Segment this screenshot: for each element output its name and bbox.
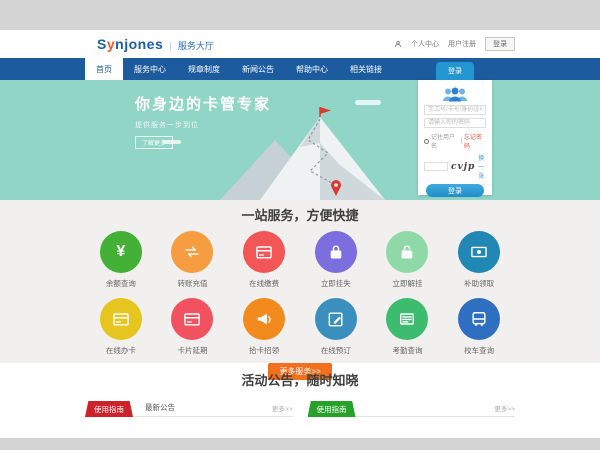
tab-usage-guide[interactable]: 使用指南	[85, 401, 133, 417]
mountain-illustration	[190, 105, 420, 200]
service-item-在线预订[interactable]: 在线预订	[300, 298, 372, 356]
lock-icon	[315, 231, 357, 273]
service-item-在线办卡[interactable]: 在线办卡	[85, 298, 157, 356]
service-item-余额查询[interactable]: ¥ 余额查询	[85, 231, 157, 289]
tab-usage-guide[interactable]: 使用指南	[308, 401, 356, 417]
captcha-refresh-link[interactable]: 换一张	[478, 153, 486, 180]
service-item-补助领取[interactable]: 补助领取	[443, 231, 515, 289]
service-label: 立即挂失	[300, 278, 372, 289]
nav-item-相关链接[interactable]: 相关链接	[339, 58, 393, 80]
service-label: 在线缴费	[228, 278, 300, 289]
service-item-卡片延期[interactable]: 卡片延期	[157, 298, 229, 356]
service-label: 在线办卡	[85, 345, 157, 356]
login-panel-tab[interactable]: 登录	[436, 62, 474, 80]
personal-center-link[interactable]: 个人中心	[411, 39, 439, 49]
list-icon	[386, 298, 428, 340]
nav-item-规章制度[interactable]: 规章制度	[177, 58, 231, 80]
megaphone-icon	[243, 298, 285, 340]
nav-item-新闻公告[interactable]: 新闻公告	[231, 58, 285, 80]
services-grid: ¥ 余额查询转账充值在线缴费立即挂失立即解挂补助领取在线办卡卡片延期拾卡招领在线预…	[85, 231, 515, 356]
announcements-section: 活动公告，随时知晓 使用指南 最新公告 更多>> 使用指南 更多>>	[0, 363, 600, 438]
password-input[interactable]	[424, 118, 486, 128]
cloud-decoration	[163, 140, 181, 144]
captcha-image[interactable]: cvjp	[451, 162, 475, 172]
yuan-icon: ¥	[100, 231, 142, 273]
nav-item-服务中心[interactable]: 服务中心	[123, 58, 177, 80]
hero-banner: 你身边的卡管专家 提供服务一步到位 了解更多 登录	[0, 80, 600, 200]
announcements-right-panel: 使用指南 更多>>	[308, 398, 516, 417]
card-icon	[171, 298, 213, 340]
page-top-margin	[0, 0, 600, 30]
services-section: 一站服务，方便快捷 ¥ 余额查询转账充值在线缴费立即挂失立即解挂补助领取在线办卡卡…	[0, 200, 600, 363]
remember-checkbox[interactable]	[424, 139, 429, 144]
right-more-link[interactable]: 更多>>	[494, 403, 515, 416]
unlock-icon	[386, 231, 428, 273]
announcements-left-panel: 使用指南 最新公告 更多>>	[85, 398, 293, 417]
service-item-考勤查询[interactable]: 考勤查询	[372, 298, 444, 356]
service-label: 补助领取	[443, 278, 515, 289]
service-label: 考勤查询	[372, 345, 444, 356]
login-panel: 登录 记住用户名 | 忘记密码 cvjp 换一张	[418, 80, 492, 195]
logo-accent: y	[107, 36, 115, 52]
logo-divider: |	[169, 41, 172, 52]
remember-label: 记住用户名	[431, 132, 458, 150]
card-icon	[100, 298, 142, 340]
service-item-校车查询[interactable]: 校车查询	[443, 298, 515, 356]
service-label: 转账充值	[157, 278, 229, 289]
announcements-title: 活动公告，随时知晓	[0, 370, 600, 389]
service-label: 在线预订	[300, 345, 372, 356]
nav-item-首页[interactable]: 首页	[85, 58, 123, 80]
service-item-拾卡招领[interactable]: 拾卡招领	[228, 298, 300, 356]
service-label: 余额查询	[85, 278, 157, 289]
left-more-link[interactable]: 更多>>	[272, 403, 293, 416]
services-title: 一站服务，方便快捷	[0, 205, 600, 224]
nav-item-帮助中心[interactable]: 帮助中心	[285, 58, 339, 80]
captcha-input[interactable]	[424, 162, 448, 171]
service-item-转账充值[interactable]: 转账充值	[157, 231, 229, 289]
user-icon	[394, 40, 402, 48]
tab-latest-announcements[interactable]: 最新公告	[145, 402, 175, 416]
bus-icon	[458, 298, 500, 340]
header-login-button[interactable]: 登录	[485, 37, 515, 51]
service-label: 卡片延期	[157, 345, 229, 356]
main-nav: 首页服务中心规章制度新闻公告帮助中心相关链接	[0, 58, 600, 80]
logo[interactable]: Synjones | 服务大厅	[85, 36, 214, 52]
banknote-icon	[458, 231, 500, 273]
card-icon	[243, 231, 285, 273]
service-item-在线缴费[interactable]: 在线缴费	[228, 231, 300, 289]
service-item-立即挂失[interactable]: 立即挂失	[300, 231, 372, 289]
account-input[interactable]	[424, 105, 486, 115]
logo-wordmark: Synjones	[97, 36, 163, 52]
service-label: 校车查询	[443, 345, 515, 356]
pencil-icon	[315, 298, 357, 340]
login-submit-button[interactable]: 登录	[426, 184, 484, 197]
site-header: Synjones | 服务大厅 个人中心 用户注册 登录	[0, 30, 600, 58]
service-label: 立即解挂	[372, 278, 444, 289]
service-label: 拾卡招领	[228, 345, 300, 356]
transfer-icon	[171, 231, 213, 273]
register-link[interactable]: 用户注册	[448, 39, 476, 49]
site-name: 服务大厅	[178, 39, 214, 52]
service-item-立即解挂[interactable]: 立即解挂	[372, 231, 444, 289]
forgot-password-link[interactable]: 忘记密码	[464, 132, 486, 150]
divider: |	[460, 138, 462, 144]
users-group-icon	[442, 87, 468, 102]
